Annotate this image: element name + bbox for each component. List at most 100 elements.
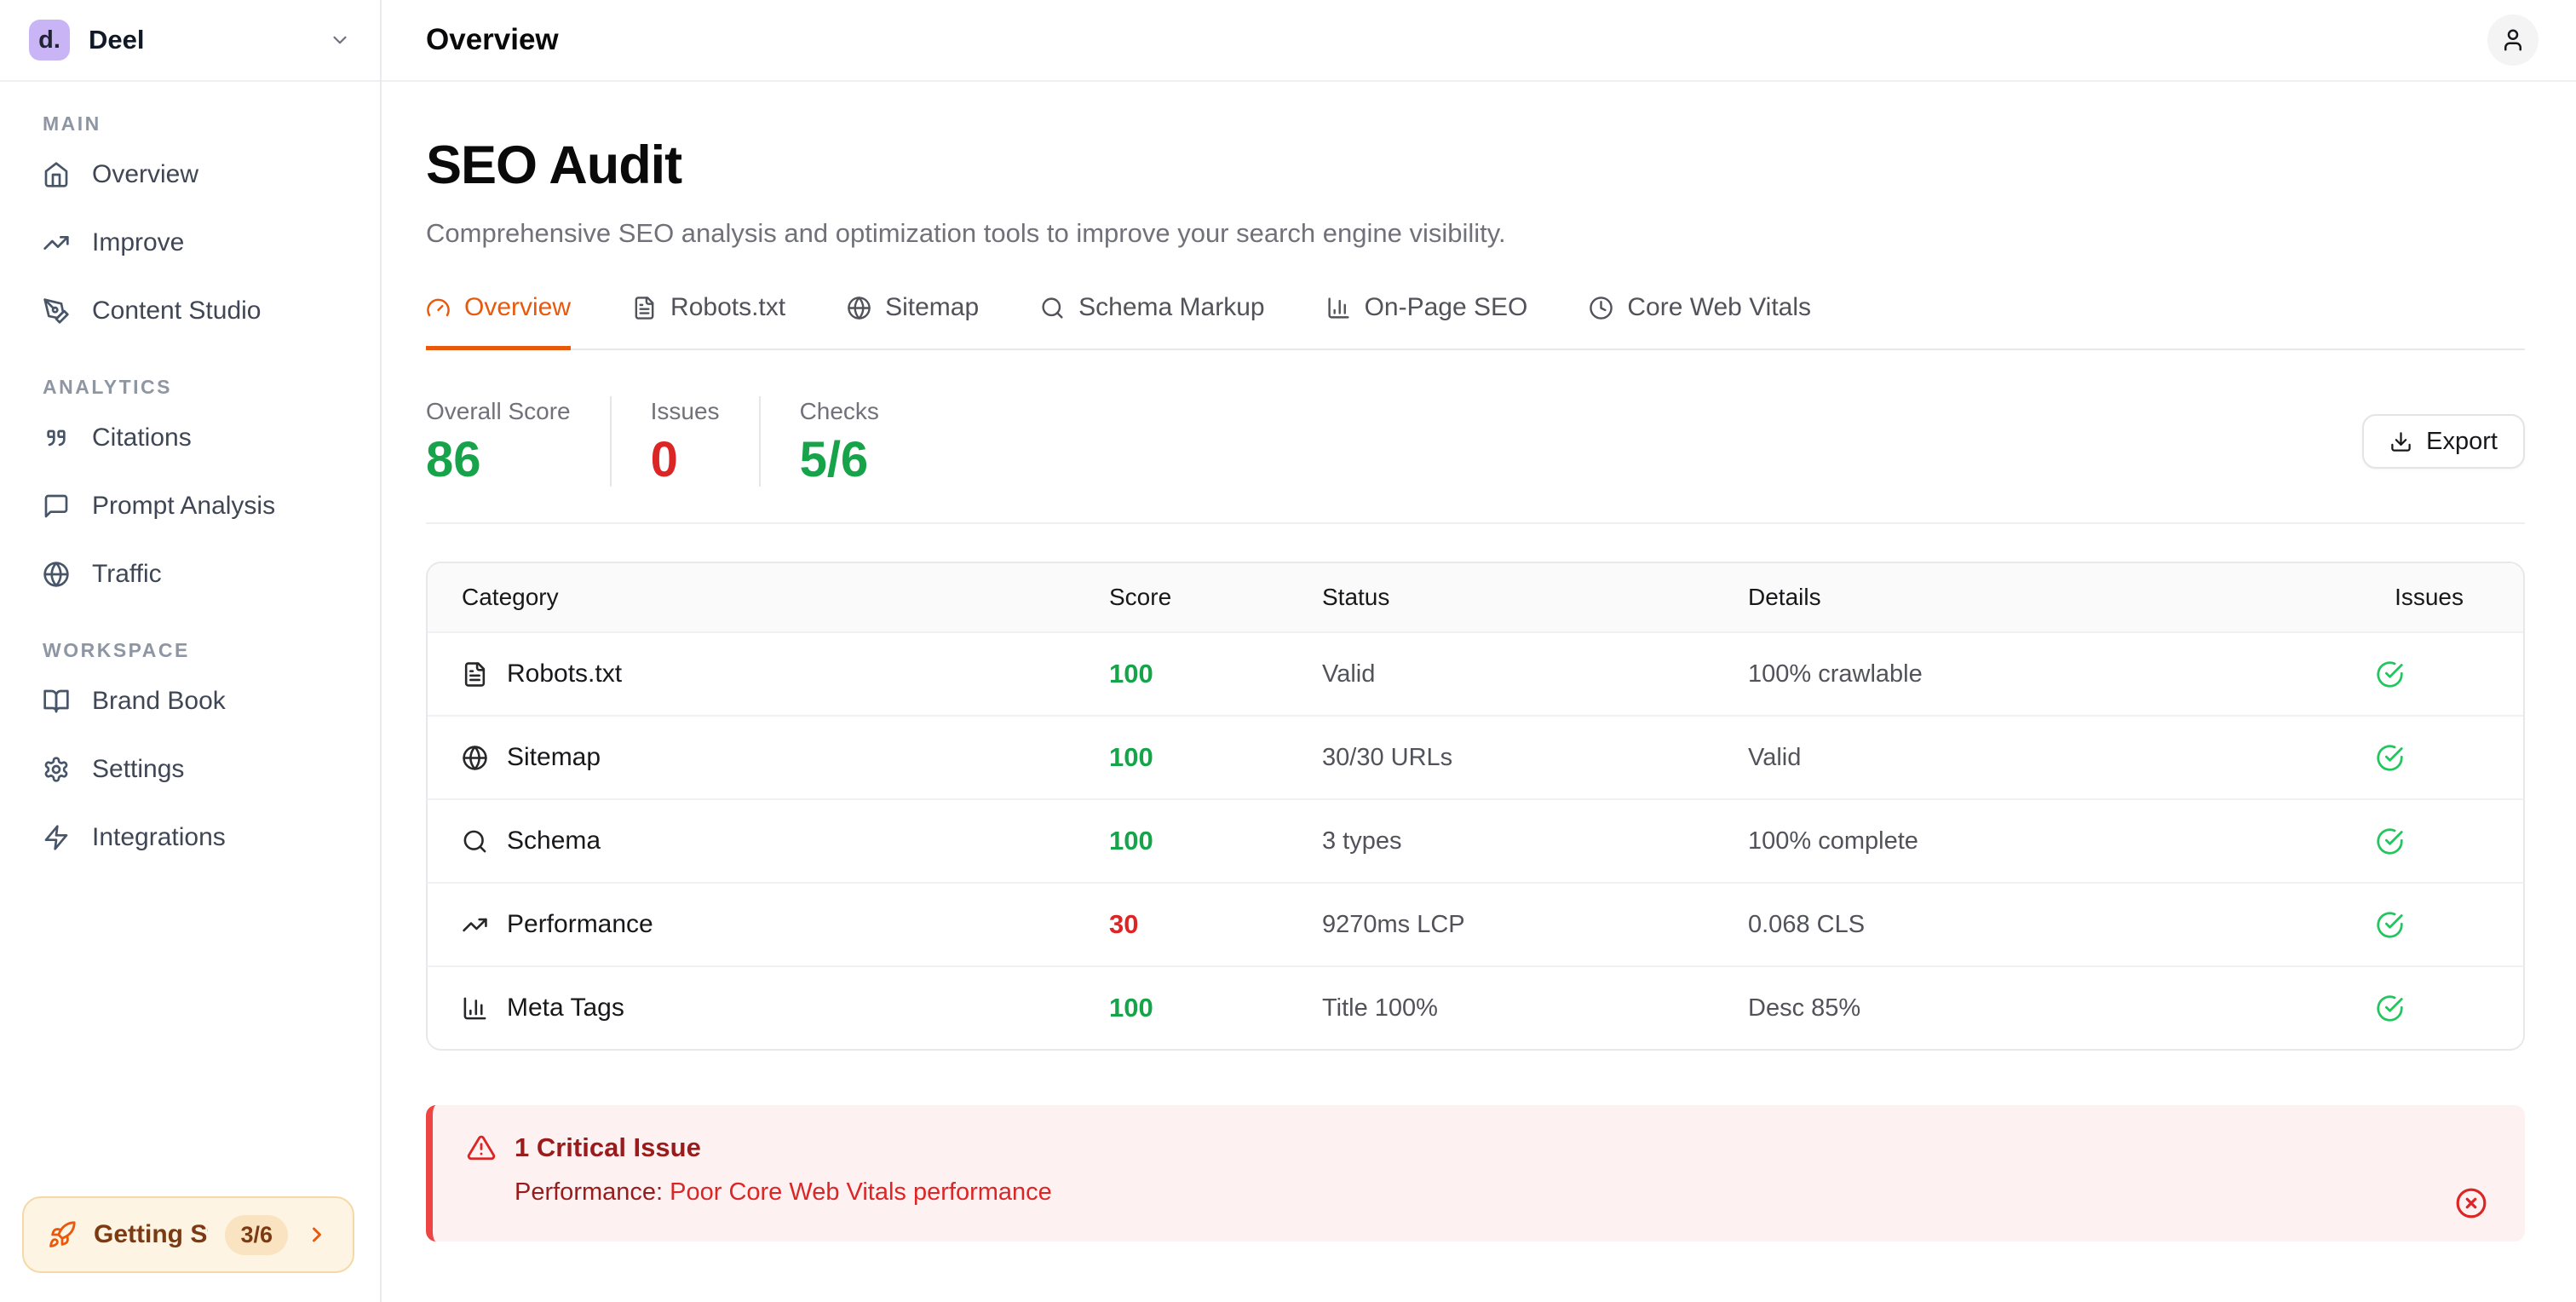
sidebar-item-content-studio[interactable]: Content Studio xyxy=(0,277,380,345)
cell-score: 100 xyxy=(1109,659,1322,689)
user-menu-button[interactable] xyxy=(2487,14,2539,66)
table-row-meta-tags[interactable]: Meta Tags100Title 100%Desc 85% xyxy=(428,965,2523,1049)
page-title: SEO Audit xyxy=(426,135,2525,196)
trending-up-icon xyxy=(462,912,488,938)
column-header-issues: Issues xyxy=(2370,584,2489,611)
stat-checks: Checks5/6 xyxy=(800,398,879,485)
column-header-category: Category xyxy=(462,584,1109,611)
tab-robots-txt[interactable]: Robots.txt xyxy=(632,293,785,350)
sidebar-item-prompt-analysis[interactable]: Prompt Analysis xyxy=(0,472,380,540)
chevron-down-icon xyxy=(329,29,351,51)
globe-icon xyxy=(462,745,488,771)
export-button[interactable]: Export xyxy=(2362,414,2525,469)
stat-value: 86 xyxy=(426,435,571,485)
cell-score: 30 xyxy=(1109,909,1322,940)
stat-value: 0 xyxy=(651,435,720,485)
sidebar-item-label: Improve xyxy=(92,228,184,257)
sidebar-item-label: Citations xyxy=(92,423,192,452)
category-label: Meta Tags xyxy=(507,994,624,1023)
download-icon xyxy=(2389,430,2412,453)
trending-up-icon xyxy=(43,229,70,256)
table-row-robots-txt[interactable]: Robots.txt100Valid100% crawlable xyxy=(428,631,2523,715)
cell-status: 30/30 URLs xyxy=(1322,744,1748,772)
sidebar-item-overview[interactable]: Overview xyxy=(0,141,380,209)
book-open-icon xyxy=(43,688,70,715)
x-circle-icon xyxy=(2455,1187,2487,1219)
tab-bar: Overview Robots.txt Sitemap Schema Markup On… xyxy=(426,293,2525,350)
stat-overall-score: Overall Score86 xyxy=(426,398,571,485)
sidebar-item-traffic[interactable]: Traffic xyxy=(0,540,380,608)
cell-status: 3 types xyxy=(1322,827,1748,856)
tab-on-page-seo[interactable]: On-Page SEO xyxy=(1326,293,1528,350)
chevron-right-icon xyxy=(305,1223,329,1247)
cell-details: Desc 85% xyxy=(1748,994,2370,1023)
table-row-schema[interactable]: Schema1003 types100% complete xyxy=(428,798,2523,882)
table-row-sitemap[interactable]: Sitemap10030/30 URLsValid xyxy=(428,715,2523,798)
stat-label: Issues xyxy=(651,398,720,425)
bar-chart-icon xyxy=(1326,296,1351,320)
category-label: Performance xyxy=(507,910,653,939)
sidebar-item-citations[interactable]: Citations xyxy=(0,404,380,472)
stats-row: Overall Score86 Issues 0 Checks5/6 Export xyxy=(426,396,2525,487)
cell-issues xyxy=(2370,660,2489,688)
rocket-icon xyxy=(48,1220,77,1249)
workspace-name: Deel xyxy=(89,25,329,55)
getting-started-label: Getting Sta... xyxy=(94,1220,208,1249)
sidebar-item-integrations[interactable]: Integrations xyxy=(0,804,380,872)
getting-started-progress-badge: 3/6 xyxy=(225,1215,288,1255)
sidebar-item-label: Brand Book xyxy=(92,687,226,716)
cell-score: 100 xyxy=(1109,826,1322,856)
nav-section-workspace: WORKSPACEBrand BookSettingsIntegrations xyxy=(0,639,380,872)
gauge-icon xyxy=(426,296,451,320)
nav-section-main: MAINOverviewImproveContent Studio xyxy=(0,112,380,345)
tab-core-web-vitals[interactable]: Core Web Vitals xyxy=(1589,293,1811,350)
column-header-score: Score xyxy=(1109,584,1322,611)
audit-table: CategoryScoreStatusDetailsIssues Robots.… xyxy=(426,562,2525,1051)
cell-status: 9270ms LCP xyxy=(1322,911,1748,939)
stat-issues: Issues 0 xyxy=(651,398,720,485)
sidebar-item-settings[interactable]: Settings xyxy=(0,735,380,804)
tab-label: Robots.txt xyxy=(670,293,785,322)
export-label: Export xyxy=(2426,428,2498,456)
tab-label: Sitemap xyxy=(885,293,979,322)
cell-issues xyxy=(2370,744,2489,772)
stat-divider xyxy=(759,396,761,487)
tab-overview[interactable]: Overview xyxy=(426,293,571,350)
cell-details: 100% complete xyxy=(1748,827,2370,856)
gear-icon xyxy=(43,756,70,783)
tab-label: Core Web Vitals xyxy=(1627,293,1811,322)
sidebar: d. Deel MAINOverviewImproveContent Studi… xyxy=(0,0,382,1302)
main-area: Overview SEO Audit Comprehensive SEO ana… xyxy=(382,0,2576,1302)
globe-icon xyxy=(43,561,70,588)
table-row-performance[interactable]: Performance 309270ms LCP0.068 CLS xyxy=(428,882,2523,965)
check-circle-icon xyxy=(2376,744,2404,772)
tab-sitemap[interactable]: Sitemap xyxy=(847,293,979,350)
pen-tool-icon xyxy=(43,297,70,325)
cell-category: Schema xyxy=(462,827,1109,856)
getting-started-button[interactable]: Getting Sta... 3/6 xyxy=(22,1196,354,1273)
content: SEO Audit Comprehensive SEO analysis and… xyxy=(382,135,2576,1242)
sidebar-item-label: Integrations xyxy=(92,823,226,852)
cell-details: 0.068 CLS xyxy=(1748,911,2370,939)
check-circle-icon xyxy=(2376,911,2404,939)
tab-schema-markup[interactable]: Schema Markup xyxy=(1040,293,1264,350)
cell-status: Title 100% xyxy=(1322,994,1748,1023)
tab-label: Schema Markup xyxy=(1078,293,1264,322)
user-icon xyxy=(2500,27,2526,53)
sidebar-item-brand-book[interactable]: Brand Book xyxy=(0,667,380,735)
cell-category: Robots.txt xyxy=(462,660,1109,688)
check-circle-icon xyxy=(2376,994,2404,1023)
cell-score: 100 xyxy=(1109,742,1322,773)
category-label: Robots.txt xyxy=(507,660,622,688)
dismiss-alert-button[interactable] xyxy=(2455,1187,2487,1219)
tab-label: Overview xyxy=(464,293,571,322)
home-icon xyxy=(43,161,70,188)
alert-triangle-icon xyxy=(467,1133,496,1162)
column-header-status: Status xyxy=(1322,584,1748,611)
cell-category: Meta Tags xyxy=(462,994,1109,1023)
sidebar-item-label: Content Studio xyxy=(92,297,261,326)
search-icon xyxy=(1040,296,1065,320)
workspace-switcher[interactable]: d. Deel xyxy=(0,0,380,82)
stat-label: Checks xyxy=(800,398,879,425)
sidebar-item-improve[interactable]: Improve xyxy=(0,209,380,277)
